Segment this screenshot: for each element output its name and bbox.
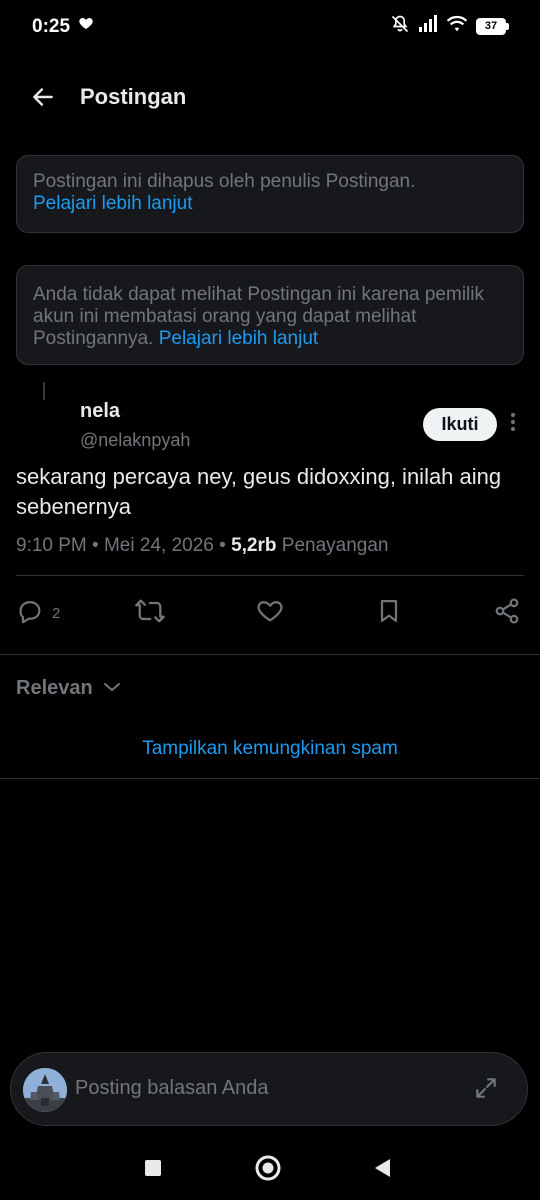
share-icon: [493, 597, 521, 630]
status-bar: 0:25 37: [0, 0, 540, 54]
more-options-button[interactable]: [504, 412, 522, 436]
author-handle[interactable]: @nelaknpyah: [80, 430, 190, 451]
circle-icon: [254, 1154, 282, 1187]
reply-input[interactable]: [75, 1077, 455, 1100]
heart-outline-icon: [255, 597, 285, 630]
views-label[interactable]: Penayangan: [282, 535, 389, 556]
post-meta: 9:10 PM • Mei 24, 2026 • 5,2rb Penayanga…: [16, 535, 388, 557]
meta-separator: •: [92, 535, 99, 556]
reply-icon: [16, 597, 44, 630]
arrow-left-icon: [30, 84, 56, 115]
learn-more-link[interactable]: Pelajari lebih lanjut: [33, 193, 193, 214]
top-app-bar: Postingan: [0, 68, 540, 128]
divider: [0, 778, 540, 779]
divider: [16, 575, 524, 576]
author-avatar[interactable]: [16, 402, 68, 454]
status-time: 0:25: [32, 16, 71, 37]
triangle-back-icon: [372, 1157, 392, 1184]
square-icon: [144, 1159, 162, 1182]
show-spam-link[interactable]: Tampilkan kemungkinan spam: [0, 738, 540, 760]
repost-icon: [134, 597, 166, 630]
system-nav-bar: [0, 1140, 540, 1200]
meta-separator: •: [219, 535, 226, 556]
reply-count: 2: [52, 604, 61, 622]
status-icons: 37: [390, 14, 509, 39]
restricted-post-notice: Anda tidak dapat melihat Postingan ini k…: [16, 265, 524, 365]
user-avatar: [23, 1068, 67, 1112]
author-name[interactable]: nela: [80, 400, 120, 423]
bookmark-icon: [375, 597, 403, 630]
heart-icon: [78, 15, 94, 36]
divider: [0, 654, 540, 655]
recents-button[interactable]: [137, 1154, 169, 1186]
bookmark-button[interactable]: [375, 594, 403, 632]
post-time: 9:10 PM: [16, 535, 87, 556]
chevron-down-icon: [103, 680, 121, 698]
deleted-post-notice: Postingan ini dihapus oleh penulis Posti…: [16, 155, 524, 233]
post-text: sekarang percaya ney, geus didoxxing, in…: [16, 464, 502, 519]
back-button[interactable]: [24, 80, 62, 118]
post-detail-screen: 0:25 37 Postingan Postingan ini dihapus …: [0, 0, 540, 1200]
home-button[interactable]: [252, 1154, 284, 1186]
more-vertical-icon: [510, 412, 516, 437]
sort-label: Relevan: [16, 677, 93, 699]
post-date: Mei 24, 2026: [103, 535, 214, 556]
signal-icon: [418, 15, 438, 38]
follow-button[interactable]: Ikuti: [423, 408, 497, 441]
back-nav-button[interactable]: [366, 1154, 398, 1186]
share-button[interactable]: [493, 594, 521, 632]
post-actions: 2: [0, 594, 540, 632]
reply-button[interactable]: 2: [16, 594, 60, 632]
views-count[interactable]: 5,2rb: [231, 535, 276, 556]
battery-icon: 37: [476, 18, 509, 35]
thread-connector: [43, 382, 45, 400]
reply-sort-dropdown[interactable]: Relevan: [16, 677, 121, 700]
repost-button[interactable]: [134, 594, 166, 632]
notice-text: Postingan ini dihapus oleh penulis Posti…: [33, 171, 416, 192]
reply-composer[interactable]: [10, 1052, 528, 1126]
expand-composer-button[interactable]: [469, 1073, 503, 1107]
mute-icon: [390, 14, 410, 39]
expand-icon: [473, 1075, 499, 1106]
wifi-icon: [446, 15, 468, 38]
page-title: Postingan: [80, 84, 187, 109]
like-button[interactable]: [255, 594, 285, 632]
learn-more-link[interactable]: Pelajari lebih lanjut: [159, 328, 319, 349]
